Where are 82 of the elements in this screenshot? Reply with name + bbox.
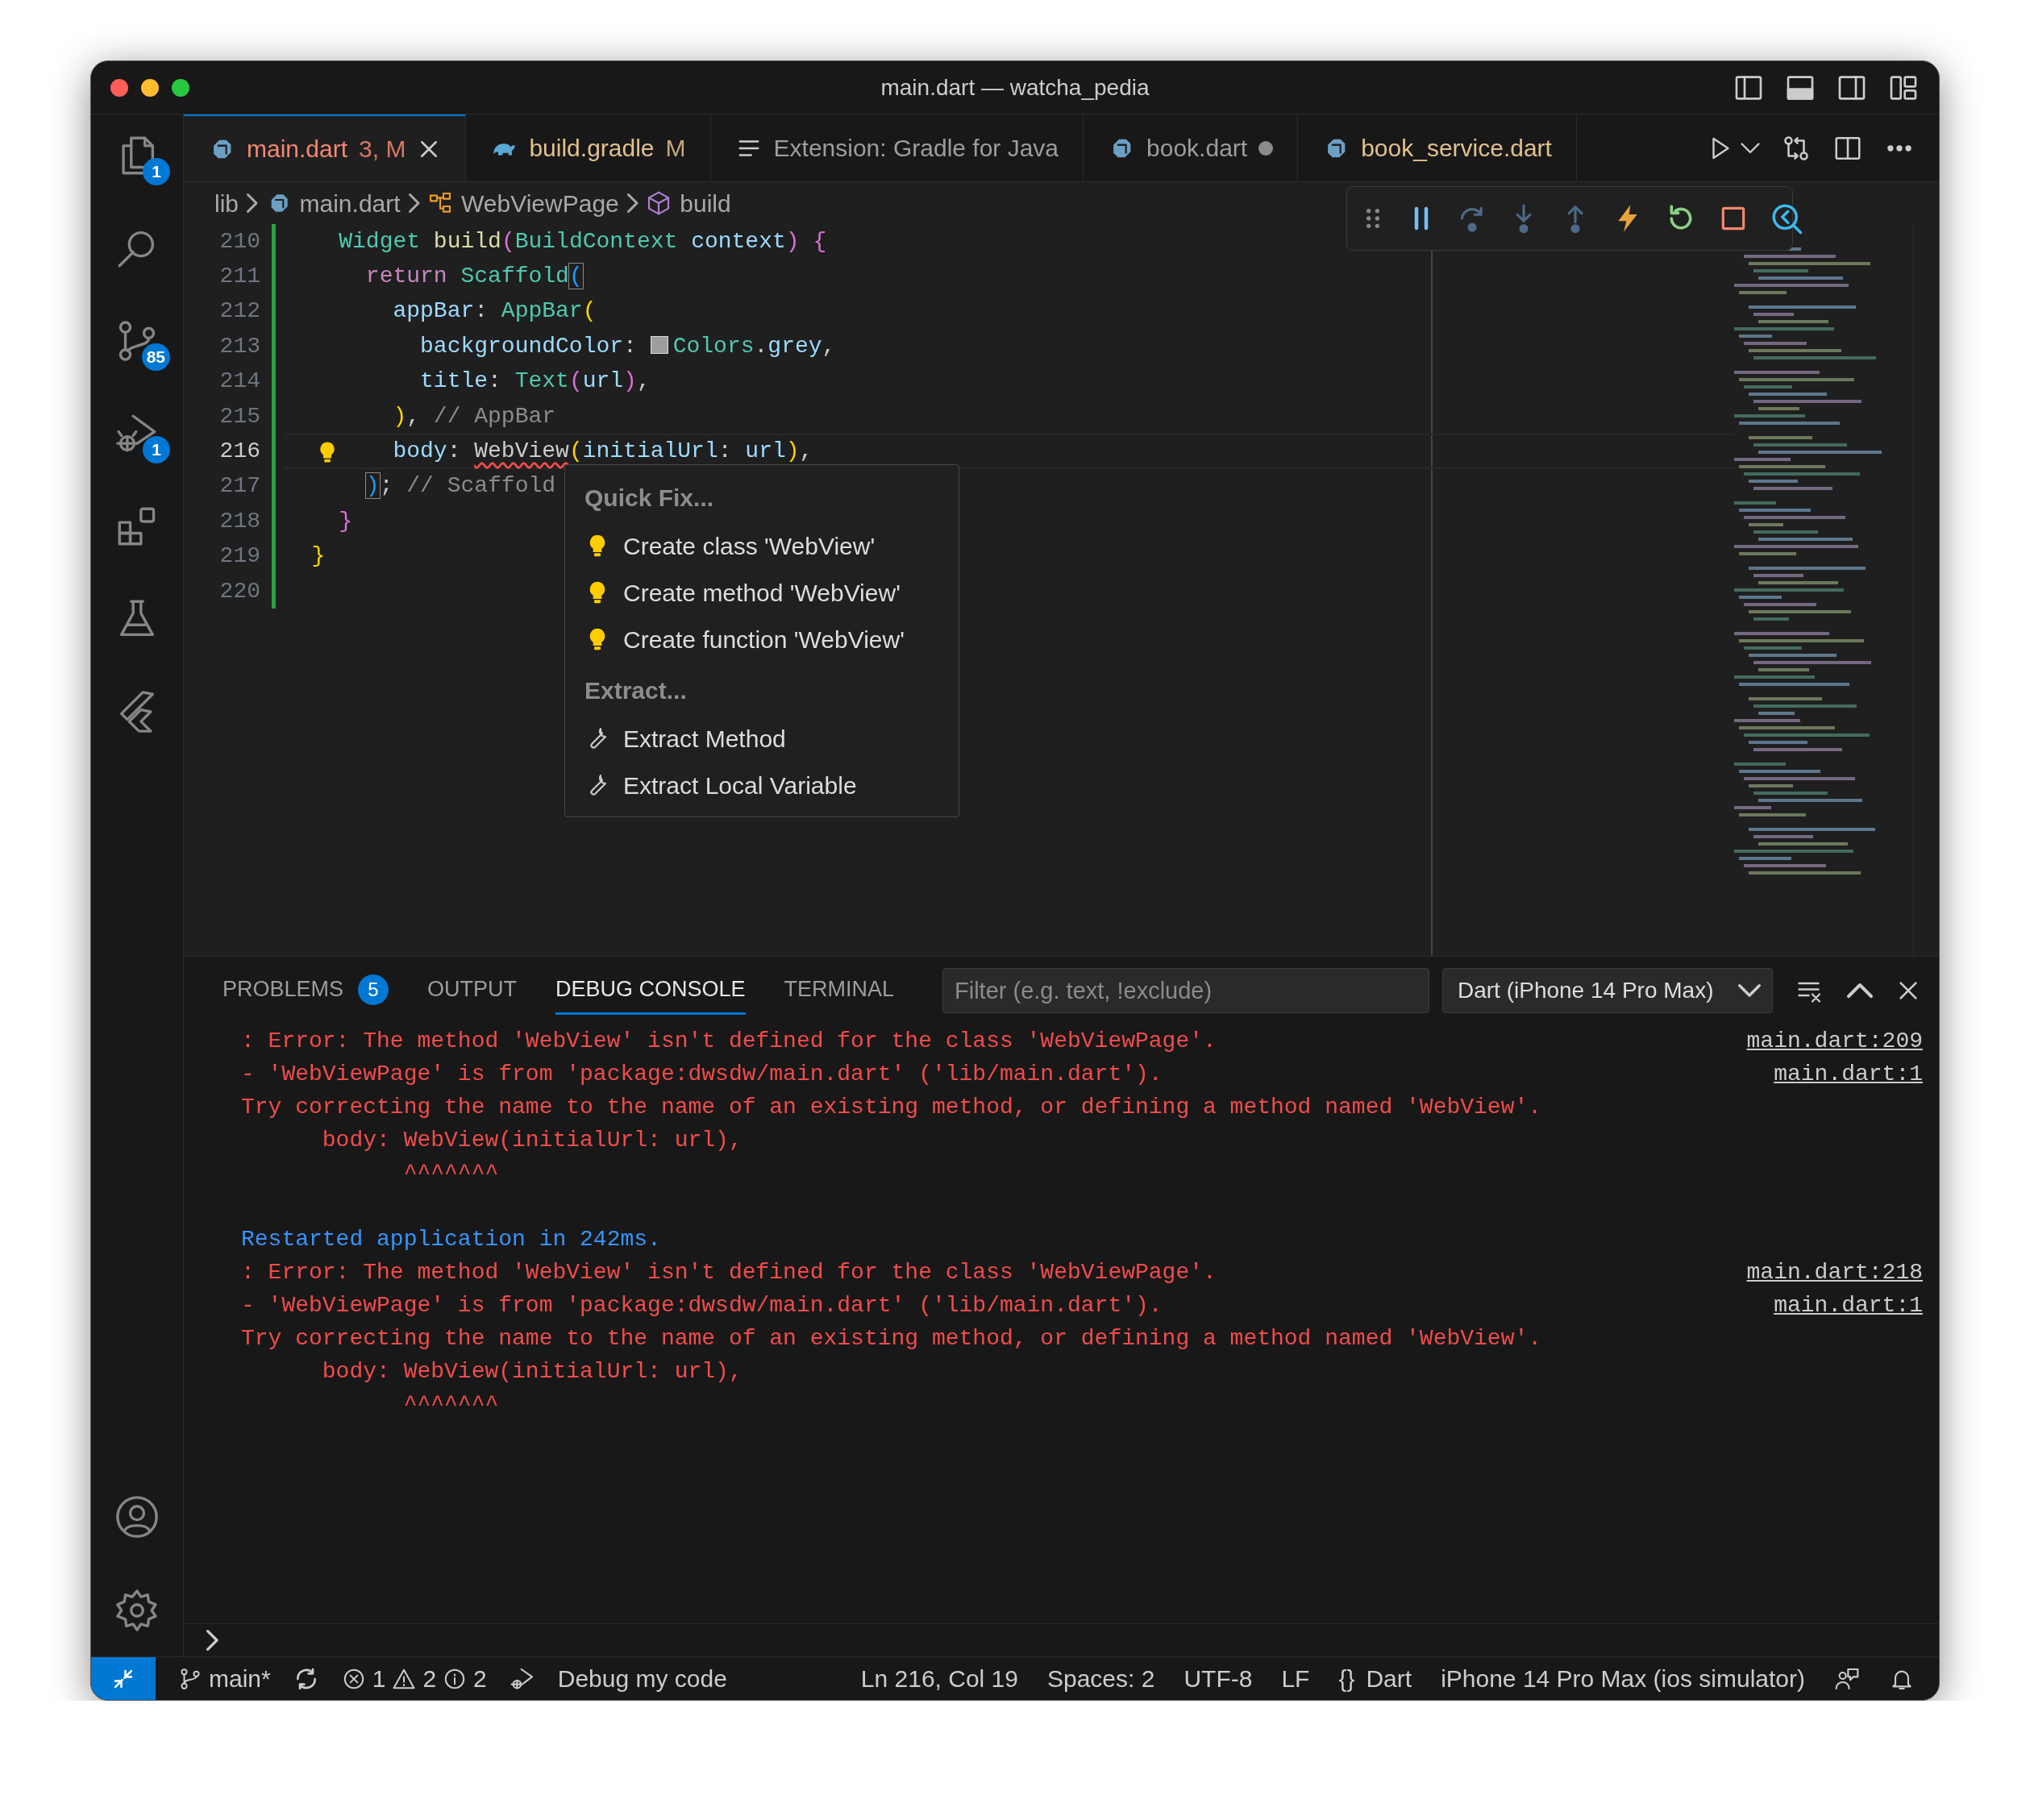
braces-icon: {} xyxy=(1338,1660,1355,1697)
breadcrumb-item[interactable]: build xyxy=(680,185,731,222)
error-message: : Error: The method 'WebView' isn't defined for the class 'WebViewPage'. xyxy=(241,1027,1217,1055)
filter-field[interactable]: Filter (e.g. text, !exclude) xyxy=(942,968,1429,1013)
menu-item[interactable]: Extract Local Variable xyxy=(565,762,959,808)
menu-group-title: Extract... xyxy=(584,676,688,705)
language-button[interactable]: {} Dart xyxy=(1338,1657,1412,1700)
error-message: - 'WebViewPage' is from 'package:dwsdw/main.dart' ('lib/main.dart'). xyxy=(241,1060,1163,1088)
file-link[interactable]: main.dart:1 xyxy=(1774,1288,1923,1323)
code-line: ); // Scaffold xyxy=(365,472,556,501)
branch-icon xyxy=(178,1666,202,1691)
status-item[interactable]: Ln 216, Col 19 xyxy=(860,1657,1018,1700)
error-message: ^^^^^^^ xyxy=(402,1159,499,1187)
status-item[interactable]: UTF-8 xyxy=(1183,1657,1253,1700)
code-line: ), // AppBar xyxy=(393,402,556,430)
error-message: body: WebView(initialUrl: url), xyxy=(321,1126,743,1154)
code-line: backgroundColor: Colors.grey, xyxy=(420,332,836,360)
problems-button[interactable]: 1 2 2 xyxy=(341,1657,487,1700)
line-number: 218 xyxy=(218,507,260,535)
prompt-chevron-icon xyxy=(206,1630,218,1651)
count-badge: 5 xyxy=(358,974,389,1005)
menu-item[interactable]: Create function 'WebView' xyxy=(565,616,959,663)
count-badge: 85 xyxy=(141,343,170,371)
code-line: title: Text(url), xyxy=(420,368,651,396)
account-icon[interactable] xyxy=(114,1494,160,1540)
breadcrumb-item[interactable]: WebViewPage xyxy=(461,185,619,222)
code-line: Widget build(BuildContext context) { xyxy=(339,227,827,256)
line-number: 216 xyxy=(218,438,260,466)
file-link[interactable]: main.dart:1 xyxy=(1774,1057,1923,1091)
count-badge: 1 xyxy=(143,158,170,185)
window-control-button[interactable] xyxy=(141,78,159,97)
code-line: body: WebView(initialUrl: url), xyxy=(393,438,813,466)
breadcrumb-item[interactable]: lib xyxy=(214,185,239,222)
line-number: 211 xyxy=(218,263,260,291)
line-number: 215 xyxy=(218,402,260,430)
menu-item[interactable]: Create method 'WebView' xyxy=(565,569,959,616)
remote-button[interactable] xyxy=(91,1657,156,1700)
status-item[interactable]: Spaces: 2 xyxy=(1046,1657,1155,1700)
line-number: 220 xyxy=(218,577,260,605)
chevron-right-icon xyxy=(408,193,420,213)
menu-group-title: Quick Fix... xyxy=(584,484,715,513)
panel-tab[interactable]: TERMINAL xyxy=(784,966,895,1015)
file-link[interactable]: main.dart:218 xyxy=(1746,1255,1923,1290)
menu-item[interactable]: Create class 'WebView' xyxy=(565,522,959,569)
error-message: - 'WebViewPage' is from 'package:dwsdw/main.dart' ('lib/main.dart'). xyxy=(241,1291,1163,1319)
breadcrumb-item[interactable]: main.dart xyxy=(299,185,401,222)
code-line: } xyxy=(339,507,353,535)
session-dropdown[interactable]: Dart (iPhone 14 Pro Max) xyxy=(1442,968,1773,1013)
error-message: : Error: The method 'WebView' isn't defined for the class 'WebViewPage'. xyxy=(241,1258,1217,1286)
status-item[interactable]: LF xyxy=(1281,1657,1310,1700)
chevron-right-icon xyxy=(247,193,258,213)
chevron-up-icon[interactable] xyxy=(1847,983,1873,998)
line-number: 214 xyxy=(218,368,260,396)
error-message: body: WebView(initialUrl: url), xyxy=(321,1357,743,1386)
window-control-button[interactable] xyxy=(172,78,189,97)
status-item[interactable]: iPhone 14 Pro Max (ios simulator) xyxy=(1441,1657,1805,1700)
line-number: 217 xyxy=(218,472,260,501)
error-message: Try correcting the name to the name of an existing method, or defining a method named 'WebView'. xyxy=(241,1324,1542,1353)
chevron-right-icon xyxy=(626,193,639,213)
error-message: Try correcting the name to the name of an existing method, or defining a method named 'WebView'. xyxy=(241,1093,1542,1121)
branch-button[interactable]: main* xyxy=(178,1657,271,1700)
line-number: 213 xyxy=(218,332,260,360)
window-title: main.dart — watcha_pedia xyxy=(880,74,1150,100)
panel-tab[interactable]: OUTPUT xyxy=(427,966,518,1015)
panel-tab[interactable]: DEBUG CONSOLE xyxy=(555,966,746,1015)
line-number: 219 xyxy=(218,542,260,571)
count-badge: 1 xyxy=(143,436,170,463)
editor-tab[interactable]: main.dart 3, M xyxy=(184,114,467,181)
file-link[interactable]: main.dart:209 xyxy=(1746,1024,1923,1058)
menu-item[interactable]: Extract Method xyxy=(565,715,959,762)
info-message: Restarted application in 242ms. xyxy=(241,1225,661,1253)
code-line: return Scaffold( xyxy=(365,263,583,291)
chevron-down-icon xyxy=(1738,984,1761,997)
status-item[interactable]: Debug my code xyxy=(557,1657,727,1700)
line-number: 210 xyxy=(218,227,260,256)
code-line: appBar: AppBar( xyxy=(393,297,597,326)
error-message: ^^^^^^^ xyxy=(402,1390,499,1419)
chevron-down-icon[interactable] xyxy=(1741,142,1760,154)
line-number: 212 xyxy=(218,297,260,326)
window-control-button[interactable] xyxy=(110,78,128,97)
panel-tab[interactable]: PROBLEMS 5 xyxy=(223,966,389,1015)
code-line: } xyxy=(311,542,326,571)
